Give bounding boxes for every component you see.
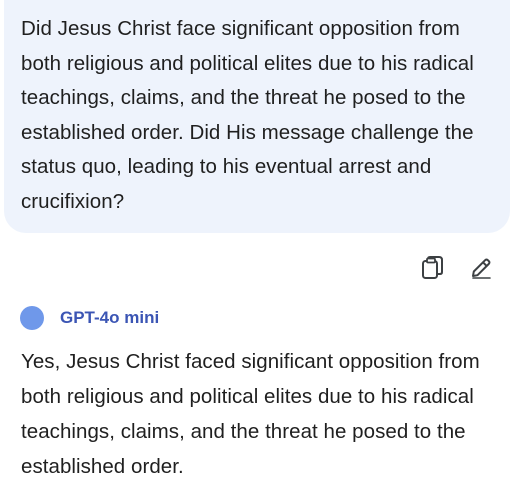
message-actions — [420, 255, 494, 281]
model-header: GPT-4o mini — [20, 306, 159, 330]
user-message-bubble: Did Jesus Christ face significant opposi… — [4, 0, 510, 233]
copy-icon — [422, 256, 443, 279]
pencil-icon — [472, 258, 491, 279]
user-message-text: Did Jesus Christ face significant opposi… — [21, 17, 474, 213]
copy-button[interactable] — [420, 255, 446, 281]
model-avatar — [20, 306, 44, 330]
model-name: GPT-4o mini — [60, 308, 160, 327]
edit-button[interactable] — [468, 255, 494, 281]
response-text: Yes, Jesus Christ faced significant oppo… — [21, 350, 480, 478]
